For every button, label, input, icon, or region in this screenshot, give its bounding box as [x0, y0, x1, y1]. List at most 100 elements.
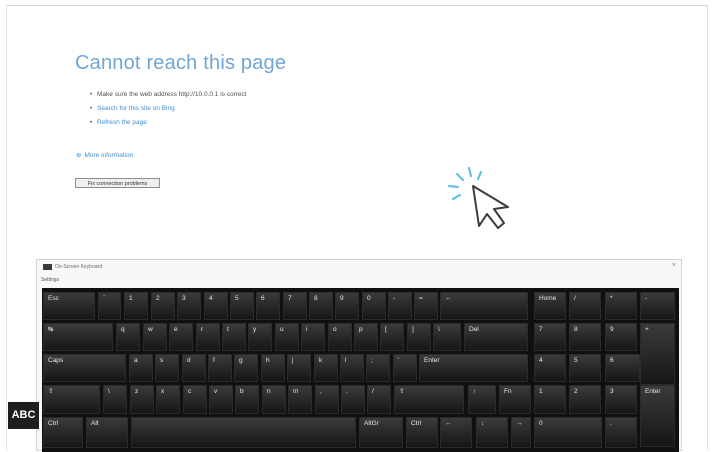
key-2-12[interactable]: Enter [419, 354, 528, 382]
key-0-11[interactable]: 0 [362, 292, 386, 320]
key-1-17[interactable]: 9 [605, 323, 637, 351]
key-0-18[interactable]: - [640, 292, 675, 320]
keyboard-titlebar: On-Screen Keyboard × [37, 260, 681, 274]
key-2-8[interactable]: k [314, 354, 338, 382]
key-3-9[interactable]: , [315, 385, 339, 414]
key-1-7[interactable]: u [275, 323, 299, 351]
fix-connection-button[interactable]: Fix connection problems [75, 178, 160, 188]
key-3-15[interactable]: 1 [534, 385, 566, 414]
key-3-17[interactable]: 3 [605, 385, 637, 414]
key-3-3[interactable]: x [156, 385, 180, 414]
key-0-6[interactable]: 5 [230, 292, 254, 320]
key-2-9[interactable]: l [340, 354, 364, 382]
key-2-0[interactable]: Caps [43, 354, 126, 382]
key-1-4[interactable]: r [196, 323, 220, 351]
key-3-5[interactable]: v [209, 385, 233, 414]
key-2-10[interactable]: ; [366, 354, 390, 382]
key-1-2[interactable]: w [143, 323, 167, 351]
key-4-1[interactable]: Alt [86, 417, 128, 448]
key-2-6[interactable]: h [261, 354, 285, 382]
key-2-5[interactable]: g [234, 354, 258, 382]
key-4-8[interactable]: 0 [534, 417, 602, 448]
key-3-13[interactable]: ↑ [468, 385, 496, 414]
keyboard-icon [43, 264, 52, 270]
key-2-14[interactable]: 5 [569, 354, 601, 382]
key-1-9[interactable]: o [328, 323, 352, 351]
key-4-2[interactable] [131, 417, 356, 448]
key-2-15[interactable]: 6 [605, 354, 640, 382]
suggestion-list: Make sure the web address http://10.0.0.… [90, 88, 247, 130]
key-0-4[interactable]: 3 [177, 292, 201, 320]
key-1-18[interactable]: + [640, 323, 675, 385]
key-2-4[interactable]: f [208, 354, 232, 382]
key-1-13[interactable]: \ [433, 323, 461, 351]
key-4-0[interactable]: Ctrl [43, 417, 83, 448]
suggestion-search-bing-link[interactable]: Search for this site on Bing [90, 102, 247, 116]
key-1-12[interactable]: ] [407, 323, 431, 351]
keyboard-title: On-Screen Keyboard [55, 264, 102, 270]
page-title: Cannot reach this page [75, 52, 287, 74]
key-4-7[interactable]: → [511, 417, 531, 448]
key-0-13[interactable]: = [414, 292, 438, 320]
key-3-4[interactable]: c [183, 385, 207, 414]
key-1-1[interactable]: q [116, 323, 140, 351]
key-0-10[interactable]: 9 [335, 292, 359, 320]
key-area: Esc ` 1 2 3 4 5 6 7 8 9 0- = ← Home / * - ↹ q w e r t y u i o p[] \ De… [42, 288, 679, 452]
key-2-3[interactable]: d [182, 354, 206, 382]
key-2-1[interactable]: a [129, 354, 153, 382]
key-0-3[interactable]: 2 [151, 292, 175, 320]
key-4-5[interactable]: ← [440, 417, 472, 448]
key-1-16[interactable]: 8 [569, 323, 601, 351]
key-0-17[interactable]: * [605, 292, 637, 320]
key-3-12[interactable]: ⇧ [394, 385, 464, 414]
key-1-15[interactable]: 7 [534, 323, 566, 351]
key-2-13[interactable]: 4 [534, 354, 566, 382]
key-0-15[interactable]: Home [534, 292, 566, 320]
key-1-3[interactable]: e [169, 323, 193, 351]
key-1-8[interactable]: i [301, 323, 325, 351]
key-1-10[interactable]: p [354, 323, 378, 351]
key-3-16[interactable]: 2 [569, 385, 601, 414]
key-3-6[interactable]: b [235, 385, 259, 414]
key-0-1[interactable]: ` [98, 292, 121, 320]
click-cursor-icon [443, 162, 518, 232]
key-0-9[interactable]: 8 [309, 292, 333, 320]
key-1-6[interactable]: y [248, 323, 272, 351]
key-0-14[interactable]: ← [440, 292, 528, 320]
close-icon[interactable]: × [672, 261, 676, 271]
suggestion-refresh-link[interactable]: Refresh the page [90, 116, 247, 130]
key-3-11[interactable]: / [367, 385, 391, 414]
key-0-16[interactable]: / [569, 292, 601, 320]
key-3-10[interactable]: . [341, 385, 365, 414]
abc-badge[interactable]: ABC [8, 402, 39, 429]
key-3-14[interactable]: Fn [499, 385, 531, 414]
key-2-2[interactable]: s [155, 354, 179, 382]
more-information-link[interactable]: ⊕ More information [76, 150, 133, 162]
key-3-0[interactable]: ⇧ [43, 385, 100, 414]
key-0-2[interactable]: 1 [124, 292, 148, 320]
key-4-9[interactable]: . [605, 417, 637, 448]
key-3-18[interactable]: Enter [640, 385, 675, 447]
key-3-1[interactable]: \ [103, 385, 127, 414]
key-4-4[interactable]: Ctrl [406, 417, 438, 448]
key-0-7[interactable]: 6 [256, 292, 280, 320]
key-0-0[interactable]: Esc [43, 292, 95, 320]
key-4-3[interactable]: AltGr [359, 417, 403, 448]
key-1-5[interactable]: t [222, 323, 246, 351]
key-3-7[interactable]: n [262, 385, 286, 414]
key-0-5[interactable]: 4 [204, 292, 228, 320]
key-3-2[interactable]: z [130, 385, 154, 414]
key-1-14[interactable]: Del [464, 323, 528, 351]
on-screen-keyboard-window: On-Screen Keyboard × Settings Esc ` 1 2 3 4 5 6… [36, 259, 682, 452]
key-1-0[interactable]: ↹ [43, 323, 113, 351]
key-1-11[interactable]: [ [380, 323, 404, 351]
plus-icon: ⊕ [76, 152, 82, 159]
key-3-8[interactable]: m [288, 385, 312, 414]
settings-menu[interactable]: Settings [41, 276, 59, 284]
key-4-6[interactable]: ↓ [476, 417, 508, 448]
key-2-11[interactable]: ' [393, 354, 417, 382]
key-0-8[interactable]: 7 [283, 292, 307, 320]
more-information-label: More information [84, 152, 134, 159]
key-0-12[interactable]: - [388, 292, 412, 320]
key-2-7[interactable]: j [287, 354, 311, 382]
